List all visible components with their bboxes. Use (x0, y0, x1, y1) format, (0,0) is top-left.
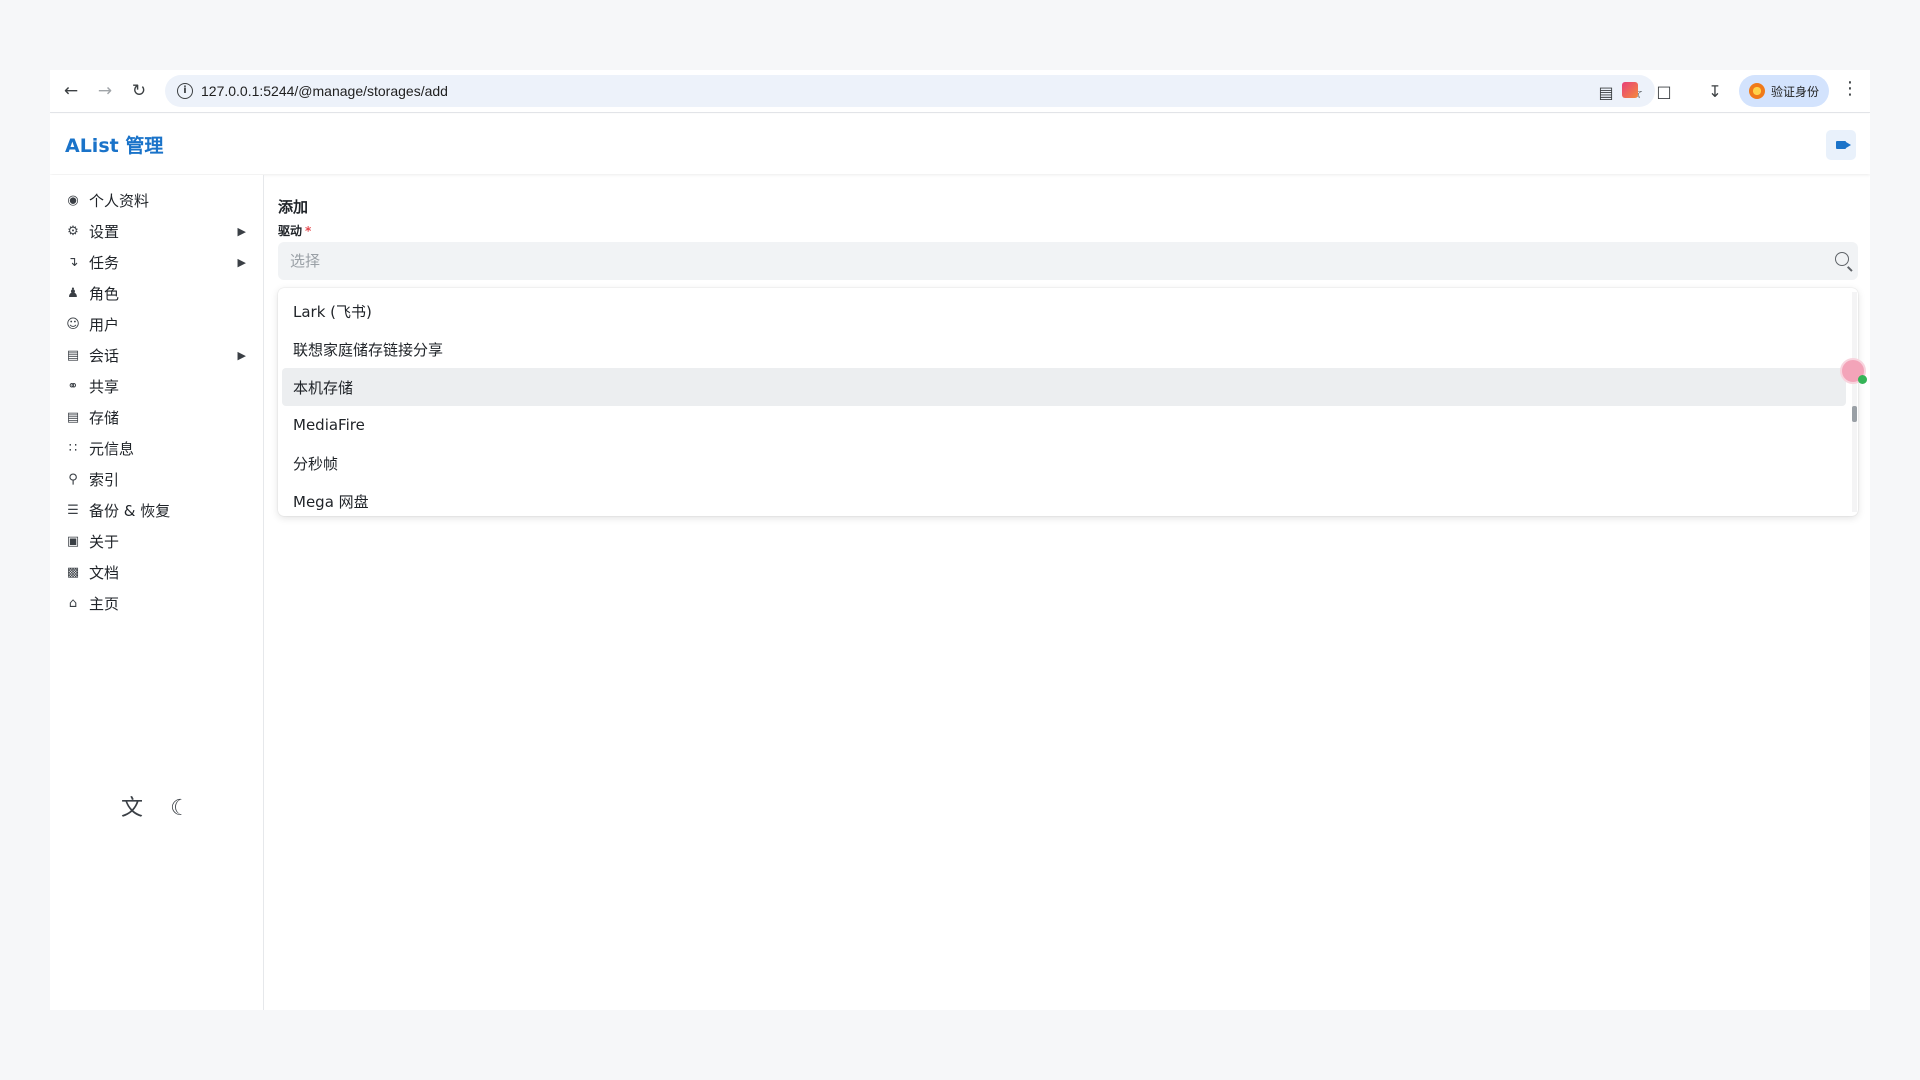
sidebar-item-label: 会话 (89, 346, 120, 365)
driver-option[interactable]: 联想家庭储存链接分享 (282, 330, 1846, 368)
driver-search-input[interactable] (290, 242, 1810, 280)
sidebar-item-label: 元信息 (89, 439, 135, 458)
sidebar: ◉ 个人资料 ⚙ 设置 ▶ ↴ 任务 ▶ ♟ 角色 ☺ 用户 ▤ 会话 ▶ ⚭ … (50, 175, 264, 1010)
tasks-icon: ↴ (67, 254, 79, 270)
sidebar-footer: 文 ☾ (118, 795, 194, 823)
browser-window: ← → ↻ i 127.0.0.1:5244/@manage/storages/… (50, 70, 1870, 1010)
sidebar-item-label: 主页 (89, 594, 120, 613)
translate-icon[interactable]: 文 (118, 795, 146, 823)
driver-label-text: 驱动 (278, 224, 303, 238)
app-header: AList 管理 (50, 114, 1870, 174)
required-mark: * (305, 224, 312, 238)
search-icon[interactable] (1835, 252, 1849, 266)
sidebar-item-label: 用户 (89, 315, 120, 334)
about-icon: ▣ (66, 533, 80, 549)
driver-options-dropdown: Lark (飞书) 联想家庭储存链接分享 本机存储 MediaFire 分秒帧 … (278, 288, 1858, 516)
link-icon: ⚭ (67, 378, 79, 394)
driver-option[interactable]: Mega 网盘 (282, 482, 1846, 516)
sidebar-item-home[interactable]: ⌂ 主页 (50, 585, 264, 621)
user-icon: ☺ (66, 316, 80, 332)
dropdown-scrollbar-thumb[interactable] (1852, 406, 1857, 422)
page-title: 添加 (278, 198, 309, 216)
header-action-button[interactable] (1826, 130, 1856, 160)
sidebar-item-label: 设置 (89, 222, 120, 241)
driver-option[interactable]: 分秒帧 (282, 444, 1846, 482)
caret-right-icon: ▶ (237, 255, 246, 269)
profile-icon: ◉ (67, 192, 79, 208)
app-title[interactable]: AList 管理 (65, 131, 163, 158)
back-arrow-icon[interactable]: ← (58, 78, 84, 104)
database-icon: ☰ (67, 502, 79, 518)
sidebar-item-label: 备份 & 恢复 (89, 501, 171, 520)
address-bar[interactable]: i 127.0.0.1:5244/@manage/storages/add ▤ … (165, 75, 1655, 107)
extensions-puzzle-icon[interactable]: □ (1651, 78, 1677, 104)
more-menu-icon[interactable]: ⋮ (1840, 78, 1860, 104)
sidebar-item-label: 角色 (89, 284, 120, 303)
driver-field-label: 驱动 * (278, 222, 311, 239)
forward-arrow-icon[interactable]: → (92, 78, 118, 104)
roles-icon: ♟ (67, 285, 79, 301)
browser-toolbar: ← → ↻ i 127.0.0.1:5244/@manage/storages/… (50, 70, 1870, 113)
extension-icon[interactable] (1622, 82, 1638, 98)
site-info-icon[interactable]: i (177, 83, 193, 99)
download-icon[interactable]: ↧ (1702, 78, 1728, 104)
dark-mode-moon-icon[interactable]: ☾ (166, 795, 194, 823)
sidebar-item-label: 索引 (89, 470, 120, 489)
sidebar-item-label: 共享 (89, 377, 120, 396)
driver-option-highlighted[interactable]: 本机存储 (282, 368, 1846, 406)
install-app-icon[interactable]: ▤ (1595, 81, 1617, 103)
gear-icon: ⚙ (67, 223, 79, 239)
sidebar-item-label: 个人资料 (89, 191, 150, 210)
session-icon: ▤ (66, 347, 80, 363)
sidebar-item-label: 任务 (89, 253, 120, 272)
search-icon: ⚲ (68, 471, 78, 487)
sidebar-item-label: 存储 (89, 408, 120, 427)
profile-label: 验证身份 (1771, 84, 1820, 99)
dropdown-scrollbar[interactable] (1852, 292, 1857, 512)
caret-right-icon: ▶ (237, 348, 246, 362)
book-icon: ▩ (66, 564, 80, 580)
driver-select[interactable] (278, 242, 1858, 280)
video-icon (1836, 141, 1851, 149)
sidebar-item-label: 文档 (89, 563, 120, 582)
storage-icon: ▤ (66, 409, 80, 425)
url-text[interactable]: 127.0.0.1:5244/@manage/storages/add (201, 83, 448, 99)
reload-icon[interactable]: ↻ (126, 78, 152, 104)
sidebar-item-label: 关于 (89, 532, 120, 551)
driver-option[interactable]: MediaFire (282, 406, 1846, 444)
meta-icon: ∷ (68, 440, 78, 456)
caret-right-icon: ▶ (237, 224, 246, 238)
profile-button[interactable]: 验证身份 (1739, 75, 1829, 107)
profile-avatar-icon (1749, 83, 1765, 99)
home-icon: ⌂ (68, 595, 78, 611)
floating-assistant-icon[interactable] (1840, 358, 1867, 384)
driver-option[interactable]: Lark (飞书) (282, 292, 1846, 330)
